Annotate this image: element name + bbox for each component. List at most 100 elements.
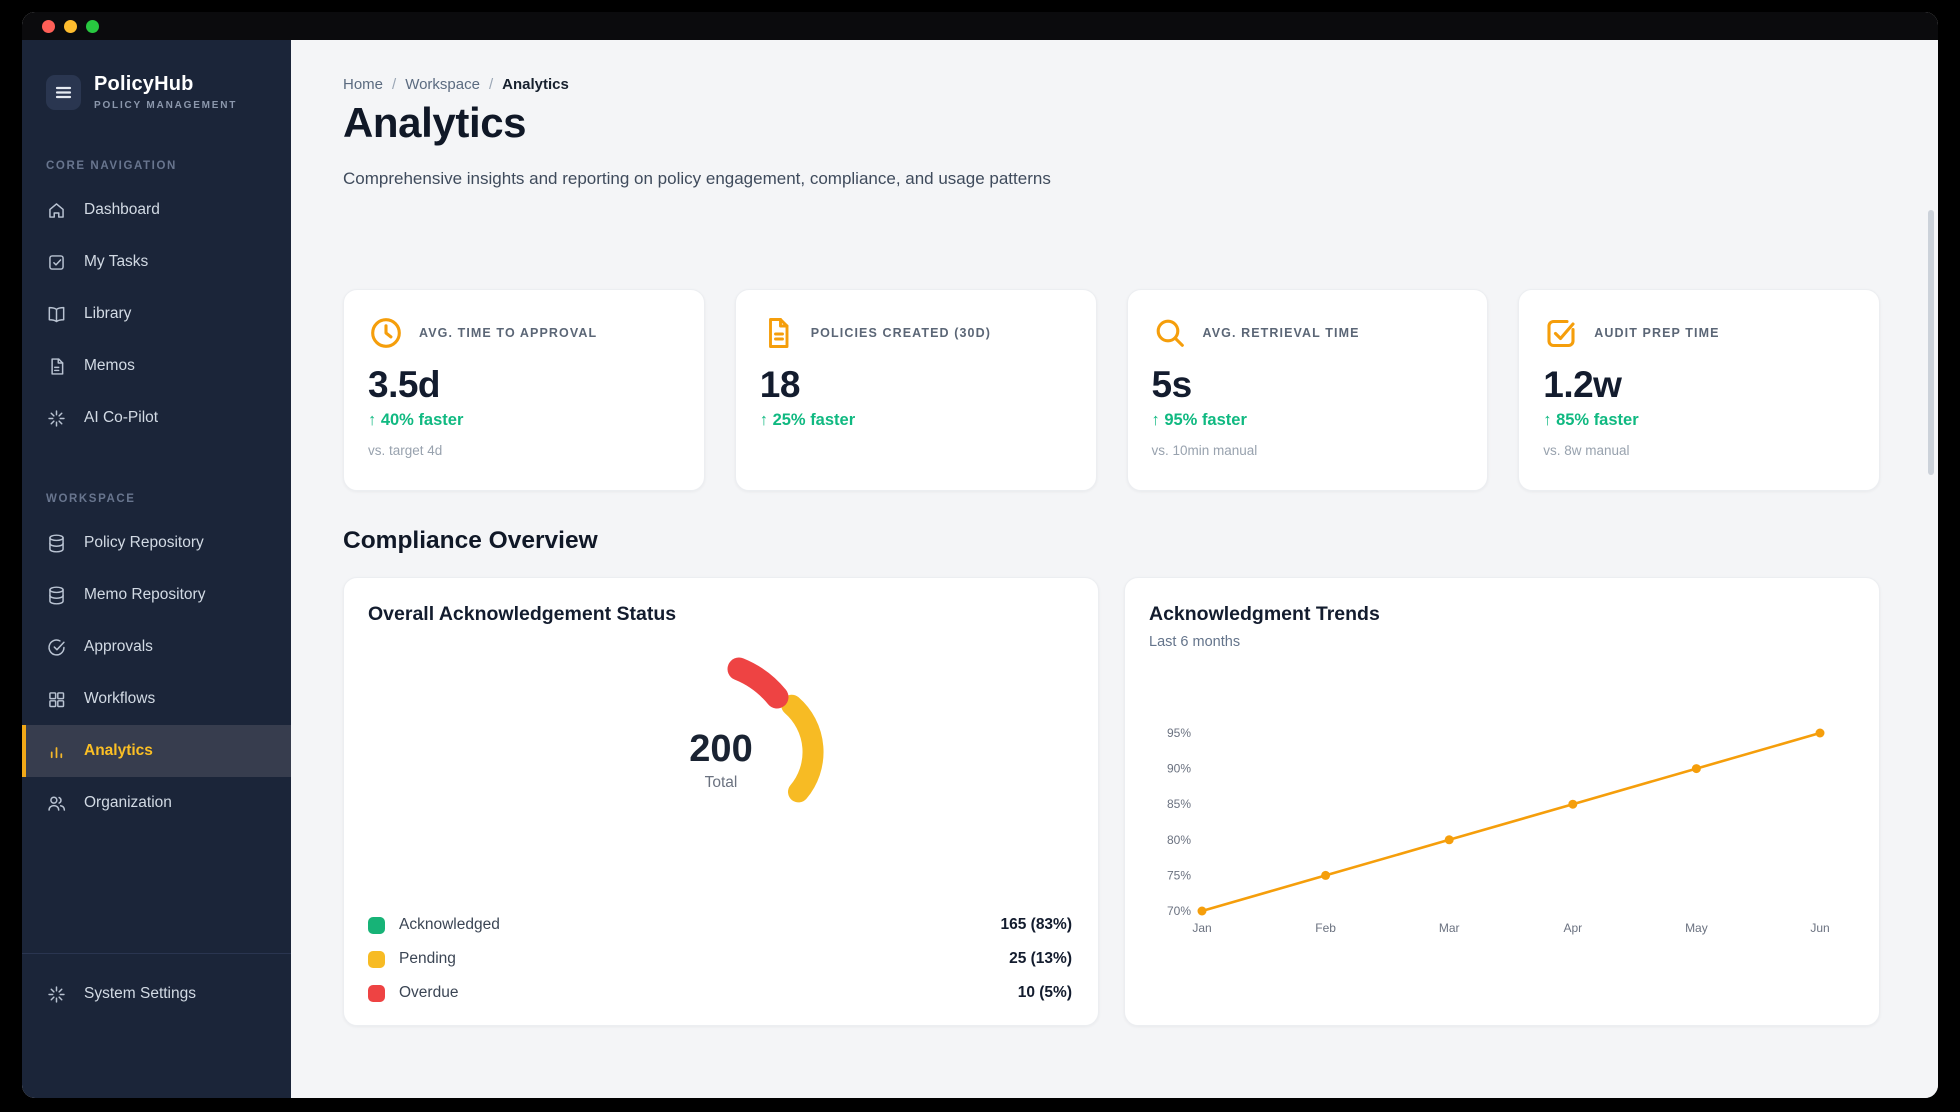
search-icon [1152, 315, 1188, 351]
breadcrumb-current: Analytics [502, 76, 569, 93]
close-window-button[interactable] [42, 19, 55, 33]
stat-footnote: vs. target 4d [368, 443, 443, 458]
sidebar-item-label: Policy Repository [84, 534, 204, 551]
sidebar-item-policy-repository[interactable]: Policy Repository [22, 517, 291, 569]
breadcrumb-workspace[interactable]: Workspace [405, 76, 480, 93]
stat-delta: ↑ 85% faster [1543, 411, 1639, 429]
stat-footnote [760, 443, 1072, 459]
sidebar-item-label: Workflows [84, 690, 156, 707]
legend-label: Pending [399, 950, 456, 967]
sparkle-icon [46, 408, 67, 429]
grid-icon [46, 689, 67, 710]
sidebar-item-label: My Tasks [84, 253, 149, 270]
legend-swatch-green [368, 916, 385, 934]
stats-row: AVG. TIME TO APPROVAL 3.5d ↑ 40% faster … [343, 289, 1880, 491]
maximize-window-button[interactable] [86, 19, 99, 33]
svg-text:90%: 90% [1167, 762, 1191, 776]
app-title: PolicyHub [94, 73, 194, 95]
sidebar-item-label: Library [84, 305, 132, 322]
main-content: Home / Workspace / Analytics Analytics C… [291, 40, 1938, 1098]
acknowledgment-trends-card: Acknowledgment Trends Last 6 months 95% 9… [1124, 577, 1880, 1026]
sidebar-divider [22, 953, 291, 954]
stat-delta: ↑ 40% faster [368, 411, 464, 429]
sidebar-item-memos[interactable]: Memos [22, 340, 291, 392]
sidebar-item-label: AI Co-Pilot [84, 409, 159, 426]
page-title: Analytics [343, 99, 527, 146]
stat-value: 3.5d [368, 364, 441, 405]
svg-text:Jan: Jan [1192, 921, 1211, 935]
app-logo: PolicyHub POLICY MANAGEMENT [22, 40, 291, 111]
task-check-icon [46, 252, 67, 273]
stat-value: 1.2w [1543, 364, 1622, 405]
breadcrumb-separator: / [488, 76, 494, 93]
sidebar-item-approvals[interactable]: Approvals [22, 621, 291, 673]
donut-total-value: 200 [689, 728, 753, 770]
sidebar-item-analytics[interactable]: Analytics [22, 725, 291, 777]
check-circle-icon [46, 637, 67, 658]
home-icon [46, 200, 67, 221]
legend-label: Acknowledged [399, 916, 500, 933]
legend-row-overdue: Overdue 10 (5%) [368, 976, 1072, 1010]
legend-value: 10 (5%) [1017, 984, 1072, 1001]
section-label-core-navigation: CORE NAVIGATION [46, 160, 177, 172]
minimize-window-button[interactable] [64, 19, 77, 33]
sidebar-item-label: Organization [84, 794, 172, 811]
sidebar-item-label: Approvals [84, 638, 153, 655]
sidebar-item-system-settings[interactable]: System Settings [22, 968, 291, 1020]
legend-value: 25 (13%) [1009, 950, 1072, 967]
breadcrumb-separator: / [392, 76, 397, 93]
stat-delta: ↑ 95% faster [1151, 411, 1247, 429]
svg-text:May: May [1685, 921, 1708, 935]
window-titlebar [22, 12, 1938, 40]
stat-footnote: vs. 8w manual [1543, 443, 1630, 458]
check-square-icon [1543, 315, 1579, 351]
stat-delta: ↑ 25% faster [759, 411, 856, 429]
sidebar-item-memo-repository[interactable]: Memo Repository [22, 569, 291, 621]
stat-label: AVG. TIME TO APPROVAL [419, 326, 598, 340]
legend-value: 165 (83%) [1000, 916, 1072, 933]
stat-card-avg-retrieval-time: AVG. RETRIEVAL TIME 5s ↑ 95% faster vs. … [1126, 289, 1489, 491]
sidebar-item-label: Memos [84, 357, 135, 374]
acknowledgement-status-card: Overall Acknowledgement Status 200 Total… [343, 577, 1099, 1026]
svg-text:Feb: Feb [1315, 921, 1336, 935]
legend-label: Overdue [399, 984, 459, 1001]
svg-text:70%: 70% [1167, 904, 1191, 918]
document-icon [760, 315, 796, 351]
page-subtitle: Comprehensive insights and reporting on … [343, 169, 1051, 188]
line-chart: 95% 90% 85% 80% 75% 70%Jan Feb Mar Apr May Jun [1167, 726, 1830, 935]
donut-legend: Acknowledged 165 (83%) Pending 25 (13%) … [368, 908, 1072, 1010]
stat-card-policies-created: POLICIES CREATED (30D) 18 ↑ 25% faster [734, 289, 1097, 491]
stat-footnote: vs. 10min manual [1151, 443, 1258, 458]
bar-chart-icon [46, 741, 67, 762]
legend-swatch-red [368, 984, 385, 1002]
donut-total-label: Total [704, 774, 738, 791]
stat-label: AUDIT PREP TIME [1594, 326, 1720, 340]
database-icon [46, 533, 67, 554]
sidebar-item-dashboard[interactable]: Dashboard [22, 184, 291, 236]
users-icon [46, 793, 67, 814]
sidebar-item-label: Analytics [84, 742, 153, 759]
sidebar-item-workflows[interactable]: Workflows [22, 673, 291, 725]
breadcrumb: Home / Workspace / Analytics [343, 76, 1880, 93]
sun-icon [46, 984, 67, 1005]
section-label-workspace: WORKSPACE [46, 493, 136, 505]
trends-card-title: Acknowledgment Trends [1149, 603, 1380, 625]
file-text-icon [46, 356, 67, 377]
donut-card-title: Overall Acknowledgement Status [368, 603, 677, 625]
vertical-scrollbar[interactable] [1928, 210, 1934, 475]
hamburger-menu-icon[interactable] [46, 74, 81, 110]
sidebar: PolicyHub POLICY MANAGEMENT CORE NAVIGAT… [22, 40, 291, 1098]
sidebar-item-organization[interactable]: Organization [22, 777, 291, 829]
sidebar-item-ai-co-pilot[interactable]: AI Co-Pilot [22, 392, 291, 444]
sidebar-item-my-tasks[interactable]: My Tasks [22, 236, 291, 288]
svg-text:85%: 85% [1167, 797, 1191, 811]
app-window: PolicyHub POLICY MANAGEMENT CORE NAVIGAT… [22, 12, 1938, 1098]
breadcrumb-home[interactable]: Home [343, 76, 383, 93]
legend-row-pending: Pending 25 (13%) [368, 942, 1072, 976]
stat-card-audit-prep-time: AUDIT PREP TIME 1.2w ↑ 85% faster vs. 8w… [1518, 289, 1880, 491]
sidebar-item-library[interactable]: Library [22, 288, 291, 340]
svg-text:75%: 75% [1167, 868, 1191, 882]
stat-value: 5s [1151, 364, 1193, 405]
sidebar-item-label: Dashboard [84, 201, 160, 218]
section-title-compliance-overview: Compliance Overview [343, 527, 598, 554]
